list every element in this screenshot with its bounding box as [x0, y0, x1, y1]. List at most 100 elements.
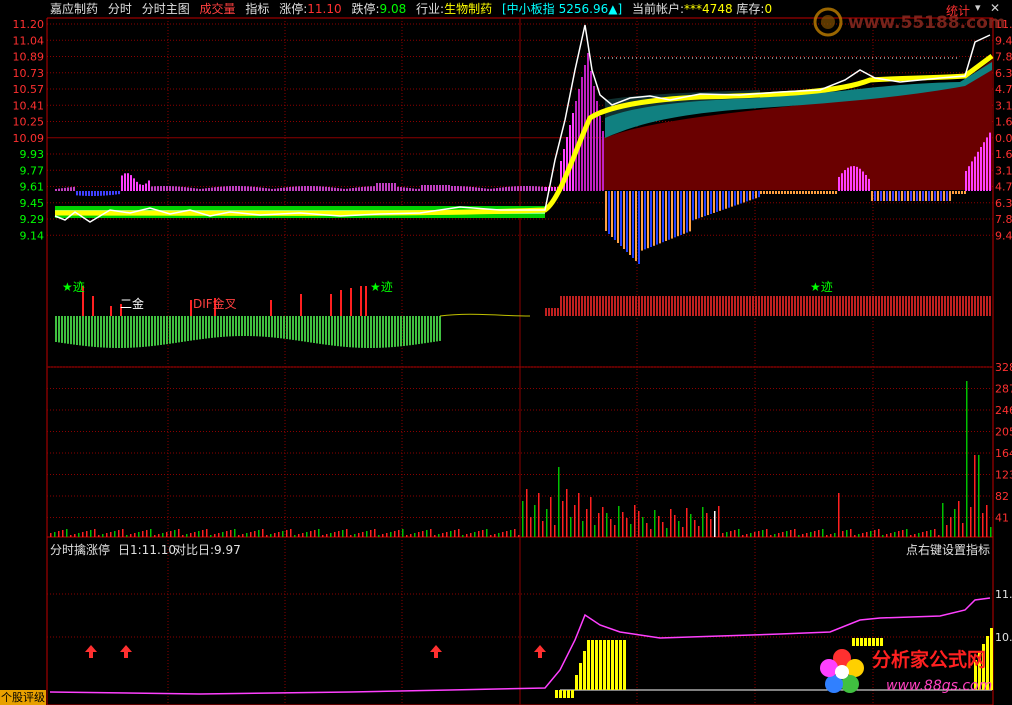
indicator-red-bar [827, 296, 829, 316]
volume-bar [390, 532, 392, 537]
indicator-red-bar [659, 296, 661, 316]
index-label[interactable]: [中小板指 [502, 2, 555, 16]
volume-bar [70, 535, 72, 537]
volume-bar [94, 529, 96, 537]
volume-bar [82, 532, 84, 537]
macd-bar [160, 186, 162, 191]
volume-bar [694, 520, 696, 537]
indicator-green-bar [61, 316, 63, 343]
volume-bar [206, 529, 208, 537]
macd-bar [856, 166, 858, 191]
volume-bar [678, 521, 680, 537]
volume-bar [466, 534, 468, 537]
volume-bar [882, 535, 884, 537]
indicator-red-bar [893, 296, 895, 316]
indicator-red-bar [110, 306, 112, 316]
indicator-red-bar [635, 296, 637, 316]
volume-bar [814, 531, 816, 537]
indicator-red-bar [551, 308, 553, 316]
macd-bar [701, 191, 703, 218]
indicator-green-bar [157, 316, 159, 346]
indicator-green-bar [64, 316, 66, 344]
macd-bar [55, 189, 57, 191]
indicator-red-bar [611, 296, 613, 316]
menu-indicator[interactable]: 指标 [245, 2, 269, 16]
macd-bar [674, 191, 676, 238]
macd-bar [316, 186, 318, 191]
indicator-red-bar [617, 296, 619, 316]
indicator-green-bar [370, 316, 372, 348]
macd-bar [430, 185, 432, 191]
indicator-green-bar [232, 316, 234, 337]
intraday-chart[interactable]: 11.20 11.04 10.89 10.73 10.57 10.41 10.25 10.09… [0, 0, 1012, 705]
indicator-red-bar [638, 296, 640, 316]
menu-volume[interactable]: 成交量 [200, 2, 236, 16]
volume-bar [350, 535, 352, 537]
set-indicator-hint[interactable]: 点右键设置指标 [906, 541, 990, 558]
macd-bar [961, 191, 963, 194]
volume-bar [542, 521, 544, 537]
macd-bar [247, 186, 249, 191]
macd-bar [148, 180, 150, 191]
price-axis-left-label: 11.20 [13, 18, 45, 31]
volume-bar [342, 530, 344, 537]
macd-bar [796, 191, 798, 194]
macd-bar [829, 191, 831, 194]
indicator-red-bar [641, 296, 643, 316]
indicator-green-bar [301, 316, 303, 342]
stock-rating-button[interactable]: 个股评级 [0, 690, 46, 705]
menu-intraday-main[interactable]: 分时主图 [142, 2, 190, 16]
indicator-red-bar [545, 308, 547, 316]
indicator-red-bar [686, 296, 688, 316]
macd-bar [904, 191, 906, 201]
volume-bar [926, 531, 928, 537]
macd-bar [808, 191, 810, 194]
volume-axis-label: 205 [995, 426, 1012, 439]
macd-bar [418, 188, 420, 191]
sub-panel-title[interactable]: 分时擒涨停 [50, 541, 110, 558]
indicator-red-bar [878, 296, 880, 316]
indicator-red-bar [707, 296, 709, 316]
macd-bar [265, 188, 267, 191]
sub-yellow-bar [575, 675, 578, 690]
macd-bar [892, 191, 894, 201]
macd-bar [665, 191, 667, 241]
menu-intraday[interactable]: 分时 [108, 2, 132, 16]
indicator-green-bar [226, 316, 228, 337]
volume-bar [58, 531, 60, 537]
buy-signal-arrow-icon [430, 645, 442, 658]
indicator-red-bar [626, 296, 628, 316]
indicator-red-bar [300, 294, 302, 316]
macd-bar [772, 191, 774, 194]
indicator-red-bar [719, 296, 721, 316]
industry-value[interactable]: 生物制药 [444, 2, 492, 16]
volume-bar [854, 535, 856, 537]
volume-bar [506, 531, 508, 537]
indicator-red-bar [869, 296, 871, 316]
macd-bar [337, 188, 339, 191]
macd-bar [826, 191, 828, 194]
volume-bar [202, 530, 204, 537]
indicator-green-bar [430, 316, 432, 343]
indicator-green-bar [256, 316, 258, 337]
macd-bar [424, 185, 426, 191]
volume-bar [718, 506, 720, 537]
indicator-red-bar [980, 296, 982, 316]
macd-bar [268, 188, 270, 191]
volume-bar [654, 510, 656, 537]
volume-bar [614, 525, 616, 537]
volume-bar [370, 530, 372, 537]
indicator-green-bar [292, 316, 294, 340]
macd-bar [617, 191, 619, 243]
volume-bar [102, 534, 104, 537]
macd-bar [259, 187, 261, 191]
volume-bar [402, 529, 404, 537]
stock-name[interactable]: 嘉应制药 [50, 2, 98, 16]
indicator-red-bar [689, 296, 691, 316]
volume-bar [54, 532, 56, 537]
indicator-red-bar [560, 296, 562, 316]
volume-bar [822, 529, 824, 537]
volume-bar [346, 529, 348, 537]
indicator-green-bar [151, 316, 153, 347]
indicator-green-bar [415, 316, 417, 345]
